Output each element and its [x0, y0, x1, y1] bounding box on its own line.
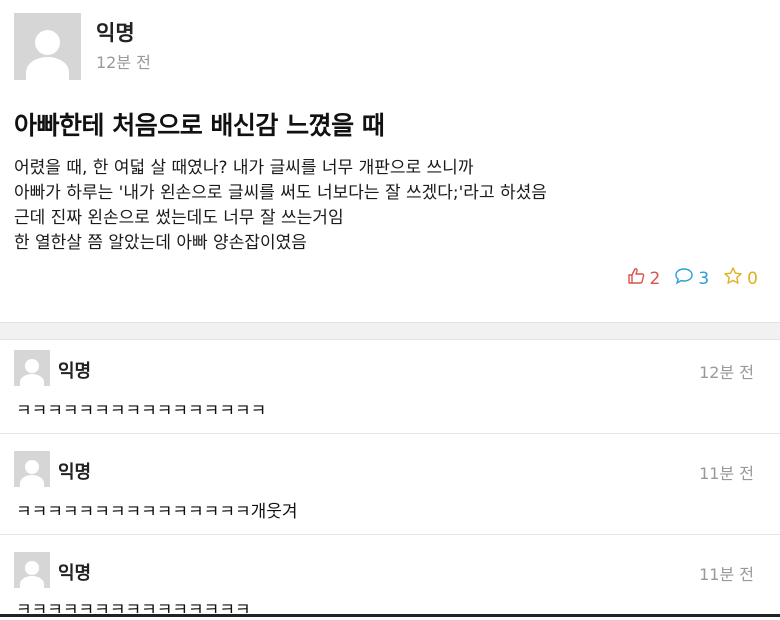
- comment-time: 11분 전: [699, 565, 754, 584]
- comment-time: 11분 전: [699, 464, 754, 483]
- post-stats: 2 3 0: [618, 266, 758, 291]
- post-time: 12분 전: [96, 53, 151, 72]
- avatar: [14, 451, 50, 487]
- post-body: 어렸을 때, 한 여덟 살 때였나? 내가 글씨를 너무 개판으로 쓰니까 아빠…: [14, 156, 547, 256]
- comment-divider: [0, 534, 780, 535]
- avatar: [14, 13, 81, 80]
- comment-count: 3: [698, 268, 710, 289]
- post-title: 아빠한테 처음으로 배신감 느꼈을 때: [14, 111, 385, 140]
- favorite-count: 0: [747, 268, 758, 289]
- like-button[interactable]: 2: [626, 266, 661, 291]
- comment-button[interactable]: 3: [674, 266, 709, 291]
- post-body-line: 근데 진짜 왼손으로 썼는데도 너무 잘 쓰는거임: [14, 208, 344, 228]
- avatar: [14, 552, 50, 588]
- comment-divider: [0, 433, 780, 434]
- post-body-line: 아빠가 하루는 '내가 왼손으로 글씨를 써도 너보다는 잘 쓰겠다;'라고 하…: [14, 183, 547, 203]
- star-icon: [723, 266, 743, 291]
- comment-author: 익명: [58, 361, 92, 382]
- comment-text: ㅋㅋㅋㅋㅋㅋㅋㅋㅋㅋㅋㅋㅋㅋㅋ개웃겨: [16, 502, 298, 522]
- comment-author: 익명: [58, 563, 92, 584]
- comment-time: 12분 전: [699, 363, 754, 382]
- section-divider: [0, 322, 780, 340]
- like-count: 2: [649, 268, 661, 289]
- avatar: [14, 350, 50, 386]
- post-body-line: 어렸을 때, 한 여덟 살 때였나? 내가 글씨를 너무 개판으로 쓰니까: [14, 158, 474, 178]
- speech-bubble-icon: [674, 266, 694, 291]
- favorite-button[interactable]: 0: [723, 266, 758, 291]
- comment-text: ㅋㅋㅋㅋㅋㅋㅋㅋㅋㅋㅋㅋㅋㅋㅋㅋ: [16, 401, 267, 421]
- thumbs-up-icon: [626, 266, 646, 291]
- post-author: 익명: [96, 21, 135, 45]
- comment-author: 익명: [58, 462, 92, 483]
- post-body-line: 한 열한살 쯤 알았는데 아빠 양손잡이였음: [14, 233, 307, 253]
